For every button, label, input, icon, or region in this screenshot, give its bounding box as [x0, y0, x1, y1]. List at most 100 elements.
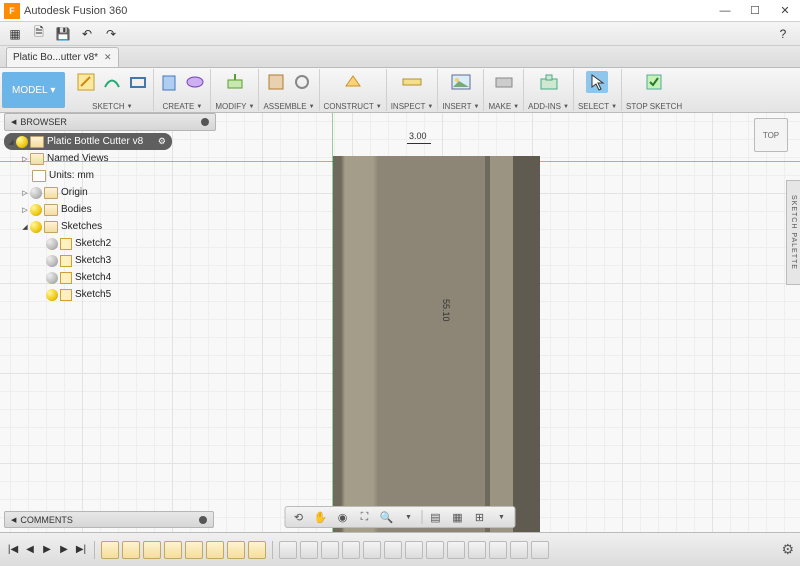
- canvas-viewport[interactable]: 3.00 55.10 ◀ BROWSER ◢ Platic Bottle Cut…: [0, 113, 800, 532]
- dropdown-icon[interactable]: ▼: [493, 509, 511, 525]
- visibility-bulb-icon[interactable]: [30, 204, 42, 216]
- timeline-feature[interactable]: [164, 541, 182, 559]
- grid-display-icon[interactable]: ▦: [449, 509, 467, 525]
- dimension-width[interactable]: 3.00: [409, 131, 427, 141]
- maximize-button[interactable]: ☐: [740, 0, 770, 22]
- visibility-bulb-icon[interactable]: [46, 272, 58, 284]
- timeline-feature[interactable]: [206, 541, 224, 559]
- timeline-feature[interactable]: [248, 541, 266, 559]
- timeline-feature[interactable]: [227, 541, 245, 559]
- visibility-bulb-icon[interactable]: [30, 221, 42, 233]
- print-icon[interactable]: [493, 71, 515, 93]
- visibility-bulb-icon[interactable]: [46, 289, 58, 301]
- tree-units[interactable]: Units: mm: [4, 167, 216, 184]
- view-cube[interactable]: TOP: [754, 118, 788, 152]
- gear-icon[interactable]: ⚙: [158, 136, 166, 147]
- expand-icon[interactable]: ◢: [6, 138, 16, 146]
- measure-icon[interactable]: [401, 71, 423, 93]
- collapse-arrow-icon[interactable]: ◀: [11, 516, 16, 524]
- timeline-feature[interactable]: [185, 541, 203, 559]
- timeline-feature[interactable]: [363, 541, 381, 559]
- insert-image-icon[interactable]: [450, 71, 472, 93]
- close-button[interactable]: ✕: [770, 0, 800, 22]
- timeline-feature[interactable]: [447, 541, 465, 559]
- timeline-next-icon[interactable]: ▶: [57, 543, 71, 557]
- file-new-icon[interactable]: 🗎: [28, 24, 50, 44]
- timeline-feature[interactable]: [426, 541, 444, 559]
- sketch-palette-tab[interactable]: SKETCH PALETTE: [786, 180, 800, 285]
- save-icon[interactable]: 💾: [52, 24, 74, 44]
- timeline-feature[interactable]: [468, 541, 486, 559]
- expand-icon[interactable]: ▷: [20, 189, 30, 197]
- dropdown-icon[interactable]: ▼: [400, 509, 418, 525]
- workspace-model-button[interactable]: MODEL ▾: [2, 72, 65, 108]
- dimension-height[interactable]: 55.10: [441, 299, 451, 322]
- timeline-feature[interactable]: [101, 541, 119, 559]
- tree-sketch2[interactable]: Sketch2: [4, 235, 216, 252]
- revolve-icon[interactable]: [184, 71, 206, 93]
- multi-view-icon[interactable]: ⊞: [471, 509, 489, 525]
- tree-origin[interactable]: ▷Origin: [4, 184, 216, 201]
- timeline-feature[interactable]: [531, 541, 549, 559]
- visibility-bulb-icon[interactable]: [46, 238, 58, 250]
- panel-options-icon[interactable]: [201, 118, 209, 126]
- tree-sketch3[interactable]: Sketch3: [4, 252, 216, 269]
- zoom-icon[interactable]: 🔍: [378, 509, 396, 525]
- component-icon[interactable]: [265, 71, 287, 93]
- tree-root[interactable]: ◢ Platic Bottle Cutter v8 ⚙: [4, 133, 172, 150]
- timeline-feature[interactable]: [489, 541, 507, 559]
- timeline-feature[interactable]: [321, 541, 339, 559]
- orbit-icon[interactable]: ⟲: [290, 509, 308, 525]
- timeline-feature[interactable]: [342, 541, 360, 559]
- stop-sketch-icon[interactable]: [643, 71, 665, 93]
- visibility-bulb-icon[interactable]: [46, 255, 58, 267]
- timeline-prev-icon[interactable]: ◀: [23, 543, 37, 557]
- comments-panel-header[interactable]: ◀ COMMENTS: [4, 511, 214, 528]
- tree-sketches[interactable]: ◢Sketches: [4, 218, 216, 235]
- visibility-bulb-icon[interactable]: [30, 187, 42, 199]
- select-icon[interactable]: [586, 71, 608, 93]
- tree-sketch4[interactable]: Sketch4: [4, 269, 216, 286]
- timeline-settings-icon[interactable]: ⚙: [781, 541, 794, 558]
- visibility-bulb-icon[interactable]: [16, 136, 28, 148]
- tree-bodies[interactable]: ▷Bodies: [4, 201, 216, 218]
- collapse-arrow-icon[interactable]: ◀: [11, 118, 16, 126]
- timeline-feature[interactable]: [122, 541, 140, 559]
- addins-icon[interactable]: [538, 71, 560, 93]
- zoom-fit-icon[interactable]: ⛶: [356, 509, 374, 525]
- expand-icon[interactable]: ◢: [20, 223, 30, 231]
- expand-icon[interactable]: ▷: [20, 206, 30, 214]
- redo-icon[interactable]: ↷: [100, 24, 122, 44]
- display-mode-icon[interactable]: ▤: [427, 509, 445, 525]
- timeline-feature[interactable]: [143, 541, 161, 559]
- undo-icon[interactable]: ↶: [76, 24, 98, 44]
- timeline-marker[interactable]: [272, 541, 273, 559]
- create-sketch-icon[interactable]: [75, 71, 97, 93]
- browser-header[interactable]: ◀ BROWSER: [4, 113, 216, 131]
- press-pull-icon[interactable]: [224, 71, 246, 93]
- timeline-start-icon[interactable]: |◀: [6, 543, 20, 557]
- pan-icon[interactable]: ✋: [312, 509, 330, 525]
- timeline-feature[interactable]: [279, 541, 297, 559]
- timeline-feature[interactable]: [384, 541, 402, 559]
- panel-options-icon[interactable]: [199, 516, 207, 524]
- timeline-feature[interactable]: [300, 541, 318, 559]
- tab-document[interactable]: Platic Bo...utter v8* ✕: [6, 47, 119, 67]
- tree-sketch5[interactable]: Sketch5: [4, 286, 216, 303]
- extrude-icon[interactable]: [158, 71, 180, 93]
- model-body[interactable]: [333, 156, 540, 532]
- timeline-feature[interactable]: [405, 541, 423, 559]
- help-icon[interactable]: ?: [772, 24, 794, 44]
- plane-icon[interactable]: [342, 71, 364, 93]
- grid-apps-icon[interactable]: ▦: [4, 24, 26, 44]
- expand-icon[interactable]: ▷: [20, 155, 30, 163]
- look-icon[interactable]: ◉: [334, 509, 352, 525]
- timeline-end-icon[interactable]: ▶|: [74, 543, 88, 557]
- tab-close-icon[interactable]: ✕: [104, 52, 112, 63]
- tree-named-views[interactable]: ▷Named Views: [4, 150, 216, 167]
- timeline-play-icon[interactable]: ▶: [40, 543, 54, 557]
- timeline-feature[interactable]: [510, 541, 528, 559]
- rectangle-icon[interactable]: [127, 71, 149, 93]
- joint-icon[interactable]: [291, 71, 313, 93]
- line-icon[interactable]: [101, 71, 123, 93]
